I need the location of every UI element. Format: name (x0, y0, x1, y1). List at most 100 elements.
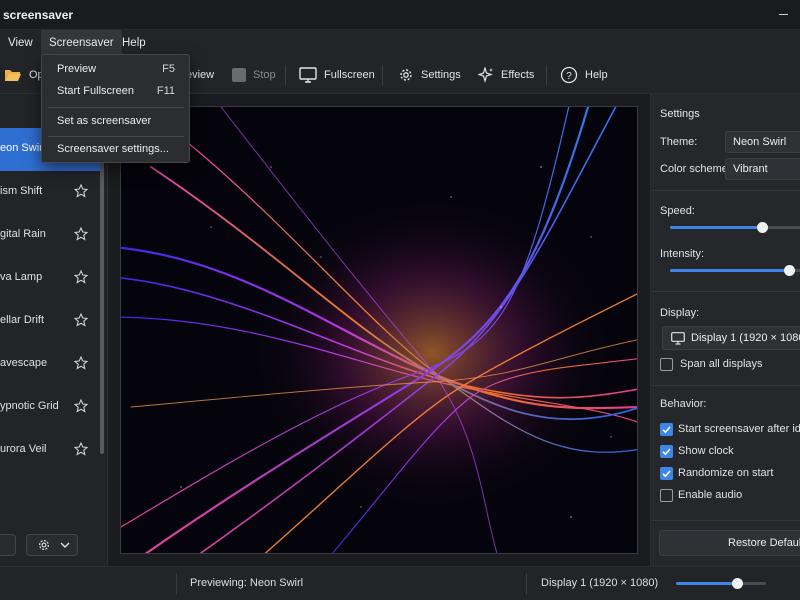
favorite-star-icon[interactable] (74, 313, 88, 327)
neon-swirl-artwork (121, 107, 637, 553)
screensaver-list-item[interactable]: urora Veil (0, 429, 100, 472)
menu-item-set-as-screensaver[interactable]: Set as screensaver (42, 111, 189, 133)
settings-heading: Settings (660, 108, 700, 120)
preview-label: eview (186, 69, 215, 81)
screensaver-list-item[interactable]: ellar Drift (0, 300, 100, 343)
menu-separator (48, 136, 184, 137)
span-displays-label: Span all displays (680, 358, 763, 370)
menu-screensaver[interactable]: Screensaver (41, 30, 122, 56)
behavior-option-label: Enable audio (678, 489, 743, 501)
span-displays-checkbox[interactable] (660, 358, 673, 371)
folder-open-icon (5, 70, 21, 81)
section-divider (651, 190, 800, 191)
screensaver-name: avescape (0, 357, 48, 369)
screensaver-list-panel: eon Swirl ism Shift gital Rain va Lamp ellar… (0, 94, 108, 566)
intensity-slider-fill (670, 269, 789, 272)
screensaver-name: eon Swirl (0, 142, 46, 154)
screensaver-preview[interactable] (120, 106, 638, 554)
menu-item-shortcut: F5 (162, 63, 175, 75)
volume-slider-fill (676, 582, 738, 585)
section-divider (651, 520, 800, 521)
menu-item-screensaver-settings[interactable]: Screensaver settings... (42, 139, 189, 161)
menu-item-preview[interactable]: Preview F5 (42, 59, 189, 81)
favorite-star-icon[interactable] (74, 227, 88, 241)
settings-label: Settings (421, 69, 461, 81)
restore-defaults-button[interactable]: Restore Defaults (659, 530, 800, 556)
favorite-star-icon[interactable] (74, 399, 88, 413)
section-divider (651, 385, 800, 386)
favorite-star-icon[interactable] (74, 442, 88, 456)
intensity-label: Intensity: (660, 248, 705, 260)
screensaver-name: ism Shift (0, 185, 43, 197)
screensaver-list-item[interactable]: ism Shift (0, 171, 100, 214)
display-label: Display: (660, 307, 700, 319)
menu-item-start-fullscreen[interactable]: Start Fullscreen F11 (42, 81, 189, 103)
list-options-button[interactable] (26, 534, 78, 556)
minimize-button[interactable] (776, 6, 792, 22)
title-bar: screensaver (0, 0, 800, 30)
screensaver-list-item[interactable]: va Lamp (0, 257, 100, 300)
help-label: Help (585, 69, 608, 81)
status-divider (176, 573, 177, 595)
stop-button[interactable]: Stop (232, 56, 276, 94)
theme-label: Theme: (660, 136, 698, 148)
preview-area (108, 94, 650, 566)
menu-item-shortcut: F11 (156, 85, 175, 97)
behavior-checkbox[interactable] (660, 445, 673, 458)
speed-slider-thumb[interactable] (757, 222, 769, 233)
list-action-button[interactable] (0, 534, 16, 556)
volume-slider[interactable] (676, 578, 766, 589)
volume-slider-thumb[interactable] (732, 578, 744, 589)
behavior-option-label: Show clock (678, 445, 734, 457)
toolbar-divider (546, 65, 547, 85)
screensaver-list-item[interactable]: avescape (0, 343, 100, 386)
color-scheme-label: Color scheme: (660, 163, 731, 175)
screensaver-list-item[interactable]: ypnotic Grid (0, 386, 100, 429)
settings-button[interactable]: Settings (398, 56, 461, 94)
color-scheme-select[interactable]: Vibrant (725, 158, 800, 180)
menu-view[interactable]: View (0, 30, 41, 56)
speed-slider[interactable] (670, 222, 800, 233)
toolbar-divider (382, 65, 383, 85)
menu-help[interactable]: Help (114, 30, 154, 56)
effects-label: Effects (501, 69, 535, 81)
fullscreen-label: Fullscreen (324, 69, 375, 81)
status-divider (526, 573, 527, 595)
favorite-star-icon[interactable] (74, 270, 88, 284)
display-value: Display 1 (1920 × 1080) (691, 332, 800, 344)
behavior-label: Behavior: (660, 398, 707, 410)
toolbar-divider (285, 65, 286, 85)
behavior-option-label: Randomize on start (678, 467, 774, 479)
stop-icon (232, 68, 246, 82)
behavior-checkbox[interactable] (660, 467, 673, 480)
screensaver-menu-dropdown: Preview F5 Start Fullscreen F11 Set as s… (41, 54, 190, 163)
display-select[interactable]: Display 1 (1920 × 1080) (662, 326, 800, 350)
behavior-checkbox[interactable] (660, 489, 673, 502)
checkmark-icon (662, 470, 671, 478)
menu-item-label: Start Fullscreen (57, 85, 135, 97)
help-icon: ? (560, 66, 578, 84)
app-title: screensaver (3, 8, 74, 22)
sparkle-icon (478, 67, 493, 83)
menu-bar: View Screensaver Help (0, 30, 800, 56)
theme-select[interactable]: Neon Swirl (725, 131, 800, 153)
checkmark-icon (662, 426, 671, 434)
menu-item-label: Screensaver settings... (57, 143, 169, 155)
screensaver-name: gital Rain (0, 228, 46, 240)
status-display: Display 1 (1920 × 1080) (541, 577, 659, 589)
behavior-checkbox[interactable] (660, 423, 673, 436)
favorite-star-icon[interactable] (74, 184, 88, 198)
intensity-slider-thumb[interactable] (784, 265, 795, 276)
effects-button[interactable]: Effects (478, 56, 534, 94)
fullscreen-button[interactable]: Fullscreen (299, 56, 375, 94)
speed-slider-fill (670, 226, 763, 229)
section-divider (651, 291, 800, 292)
menu-item-label: Preview (57, 63, 97, 75)
screensaver-list-item[interactable]: gital Rain (0, 214, 100, 257)
favorite-star-icon[interactable] (74, 356, 88, 370)
color-scheme-value: Vibrant (733, 163, 768, 175)
preview-button[interactable]: eview (186, 56, 214, 94)
help-button[interactable]: ? Help (560, 56, 608, 94)
open-button[interactable]: Op (4, 56, 44, 94)
intensity-slider[interactable] (670, 265, 800, 276)
